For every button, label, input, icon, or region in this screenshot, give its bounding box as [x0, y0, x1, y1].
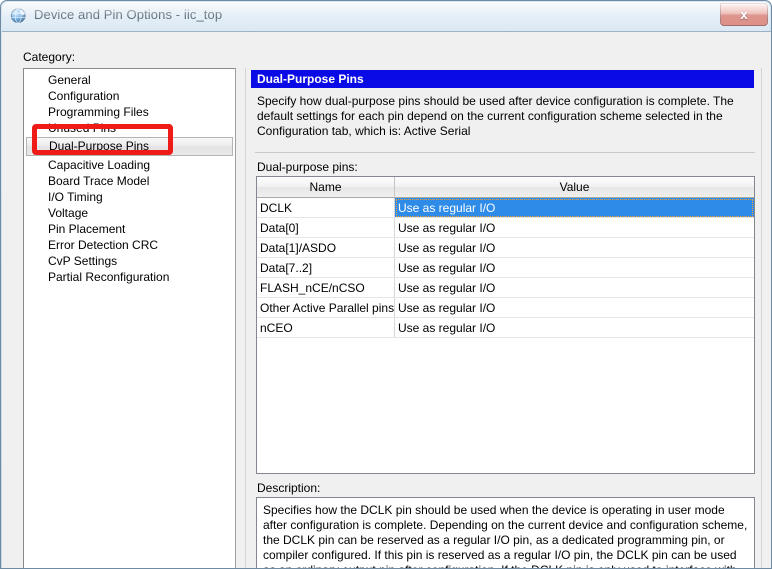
pin-value-cell[interactable]: Use as regular I/O	[394, 277, 754, 298]
category-item-cvp-settings[interactable]: CvP Settings	[24, 253, 235, 269]
table-row[interactable]: nCEO Use as regular I/O	[257, 317, 754, 338]
pin-name-cell[interactable]: nCEO	[257, 317, 395, 338]
pin-value-cell[interactable]: Use as regular I/O	[394, 257, 754, 278]
pin-value-cell[interactable]: Use as regular I/O	[394, 217, 754, 238]
pin-value-cell[interactable]: Use as regular I/O	[394, 197, 754, 218]
column-header-name[interactable]: Name	[257, 177, 395, 198]
close-icon: x	[740, 7, 748, 22]
category-item-capacitive-loading[interactable]: Capacitive Loading	[24, 157, 235, 173]
pin-value-cell[interactable]: Use as regular I/O	[394, 297, 754, 318]
pin-name-cell[interactable]: Data[0]	[257, 217, 395, 238]
table-row[interactable]: Data[0] Use as regular I/O	[257, 217, 754, 238]
table-row[interactable]: Data[1]/ASDO Use as regular I/O	[257, 237, 754, 258]
title-bar[interactable]: Device and Pin Options - iic_top x	[1, 1, 771, 31]
category-item-unused-pins[interactable]: Unused Pins	[24, 120, 235, 136]
description-label: Description:	[257, 481, 321, 495]
dual-purpose-pins-table: Name Value DCLK Use as regular I/O Data[0]…	[257, 177, 754, 338]
quartus-globe-icon	[10, 7, 27, 24]
table-label: Dual-purpose pins:	[257, 160, 358, 174]
dual-purpose-pins-panel: Dual-Purpose Pins Specify how dual-purpo…	[251, 68, 759, 568]
table-row[interactable]: DCLK Use as regular I/O	[257, 197, 754, 218]
category-item-error-detection-crc[interactable]: Error Detection CRC	[24, 237, 235, 253]
category-list[interactable]: General Configuration Programming Files Unu…	[24, 72, 235, 285]
pin-name-cell[interactable]: DCLK	[257, 197, 395, 218]
dialog-client-area: Category: General Configuration Programmin…	[2, 31, 771, 568]
section-intro-text: Specify how dual-purpose pins should be …	[257, 94, 734, 138]
pin-name-cell[interactable]: Data[1]/ASDO	[257, 237, 395, 258]
category-item-dual-purpose-pins[interactable]: Dual-Purpose Pins	[26, 137, 233, 156]
dialog-window: Device and Pin Options - iic_top x Categ…	[0, 0, 772, 569]
category-item-configuration[interactable]: Configuration	[24, 88, 235, 104]
category-item-general[interactable]: General	[24, 72, 235, 88]
category-item-programming-files[interactable]: Programming Files	[24, 104, 235, 120]
table-row[interactable]: Other Active Parallel pins Use as regular…	[257, 297, 754, 318]
table-row[interactable]: Data[7..2] Use as regular I/O	[257, 257, 754, 278]
column-header-value[interactable]: Value	[394, 177, 754, 198]
pin-value-cell[interactable]: Use as regular I/O	[394, 237, 754, 258]
category-item-i-o-timing[interactable]: I/O Timing	[24, 189, 235, 205]
category-label: Category:	[23, 50, 76, 64]
divider	[255, 152, 755, 153]
pin-value-cell[interactable]: Use as regular I/O	[394, 317, 754, 338]
section-header: Dual-Purpose Pins	[251, 70, 754, 88]
category-item-voltage[interactable]: Voltage	[24, 205, 235, 221]
pin-name-cell[interactable]: FLASH_nCE/nCSO	[257, 277, 395, 298]
category-panel[interactable]: General Configuration Programming Files Unu…	[23, 68, 235, 568]
table-row[interactable]: FLASH_nCE/nCSO Use as regular I/O	[257, 277, 754, 298]
dual-purpose-pins-table-container[interactable]: Name Value DCLK Use as regular I/O Data[0]…	[256, 176, 755, 474]
close-button[interactable]: x	[720, 3, 768, 26]
category-item-pin-placement[interactable]: Pin Placement	[24, 221, 235, 237]
panel-splitter[interactable]	[235, 68, 246, 568]
category-item-board-trace-model[interactable]: Board Trace Model	[24, 173, 235, 189]
pin-name-cell[interactable]: Other Active Parallel pins	[257, 297, 395, 318]
pin-name-cell[interactable]: Data[7..2]	[257, 257, 395, 278]
category-item-partial-reconfiguration[interactable]: Partial Reconfiguration	[24, 269, 235, 285]
right-gutter	[761, 68, 771, 568]
description-text: Specifies how the DCLK pin should be use…	[256, 497, 755, 568]
table-header-row: Name Value	[257, 177, 754, 198]
window-title: Device and Pin Options - iic_top	[34, 7, 223, 22]
